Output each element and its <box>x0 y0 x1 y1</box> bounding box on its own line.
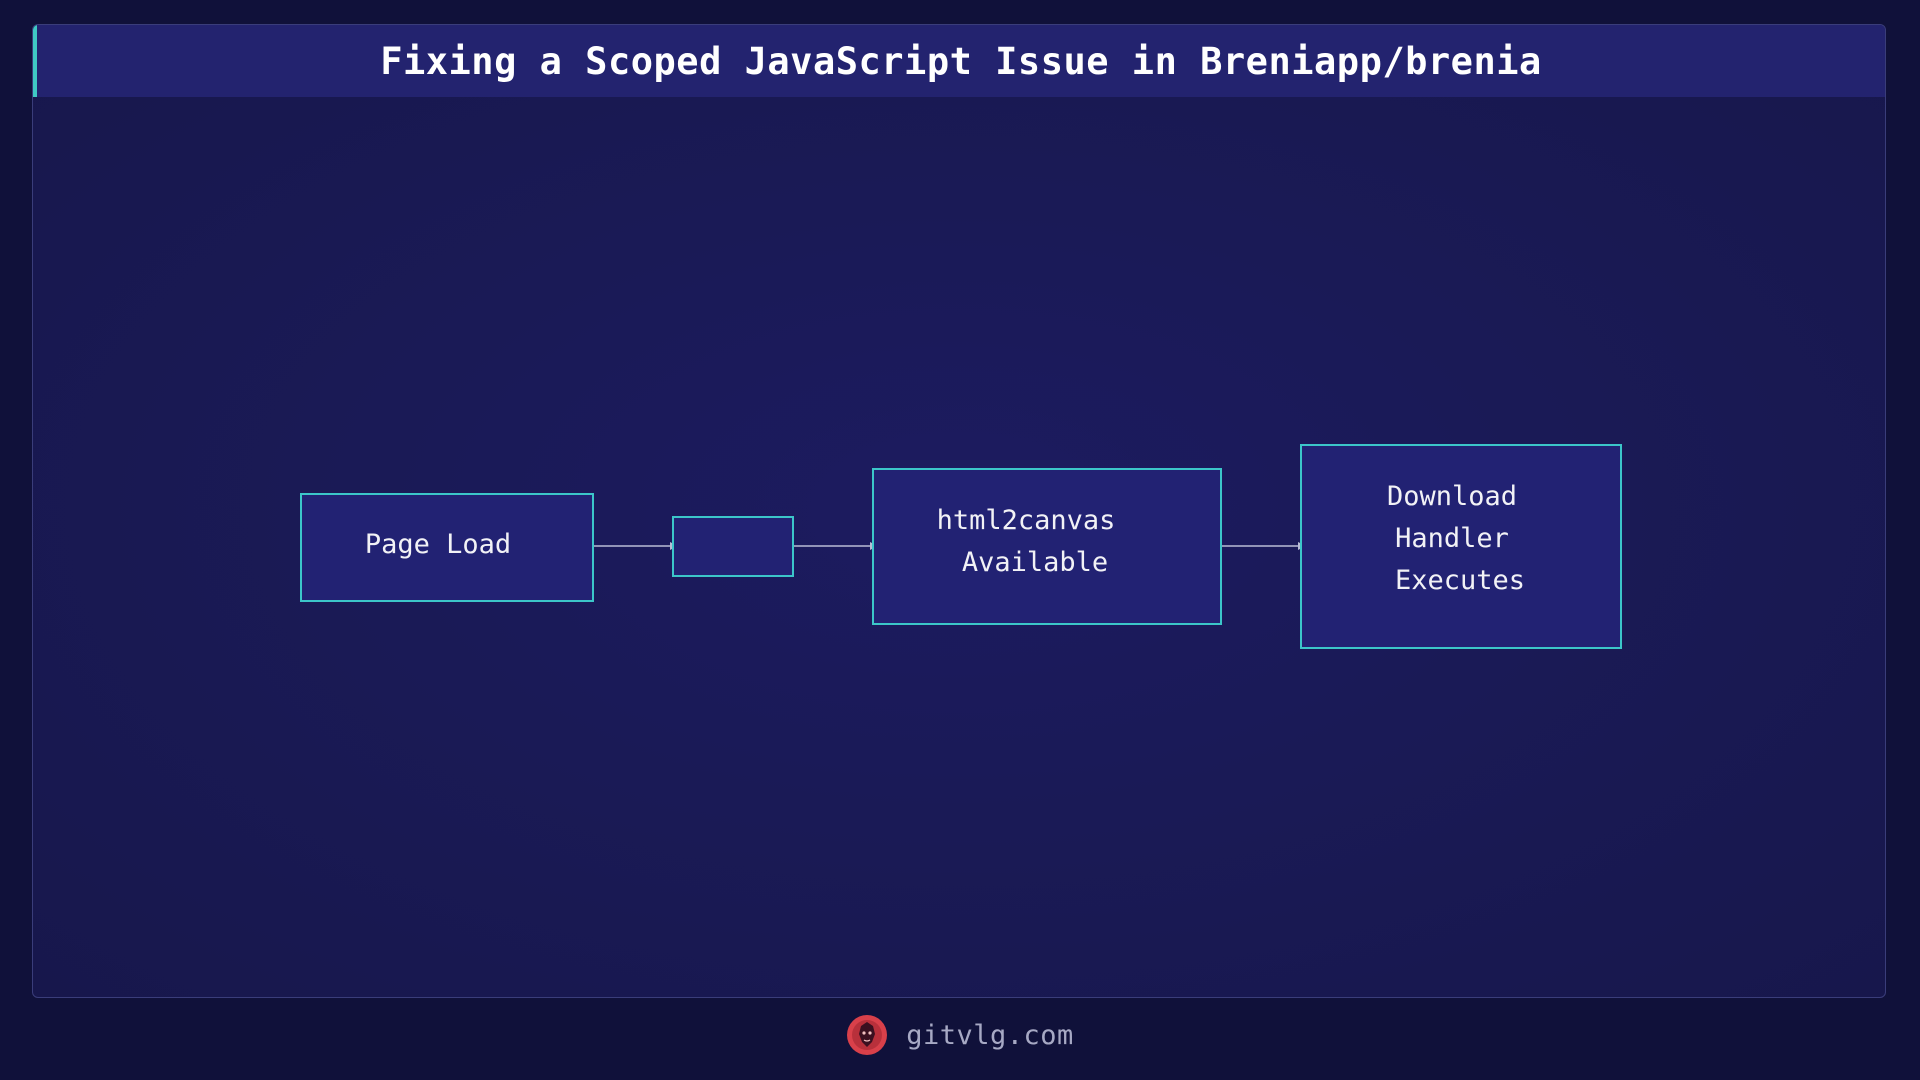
footer: gitvlg.com <box>0 1010 1920 1060</box>
flow-diagram: Page Load html2canvas Available Download… <box>300 444 1622 649</box>
node-page-load-label: Page Load <box>365 529 511 560</box>
edge-empty-to-html2canvas <box>793 542 878 550</box>
node-html2canvas-available: html2canvas Available <box>872 468 1222 625</box>
footer-site-link[interactable]: gitvlg.com <box>906 1020 1074 1051</box>
node-download-handler-executes: Download Handler Executes <box>1300 444 1622 649</box>
diagram-panel: Fixing a Scoped JavaScript Issue in Bren… <box>32 24 1886 998</box>
node-html2canvas-label-line-2: Available <box>962 547 1108 578</box>
lion-head-icon <box>847 1015 888 1055</box>
edge-html2canvas-to-download-handler <box>1221 542 1306 550</box>
node-page-load: Page Load <box>300 493 594 602</box>
edge-page-load-to-empty <box>593 542 678 550</box>
node-empty <box>672 516 794 577</box>
node-download-handler-label-line-1: Download <box>1387 481 1517 512</box>
node-download-handler-label-line-3: Executes <box>1395 565 1525 596</box>
node-download-handler-label-line-2: Handler <box>1395 523 1509 554</box>
node-html2canvas-label-line-1: html2canvas <box>937 505 1116 536</box>
